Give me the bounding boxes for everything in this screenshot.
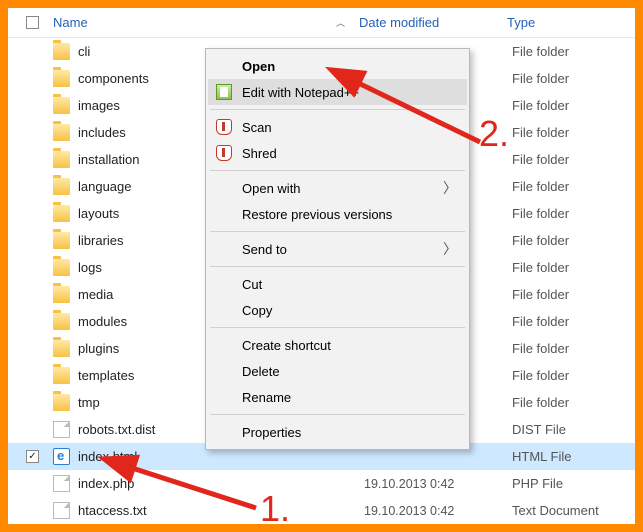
file-type: HTML File [506,449,635,464]
menu-item-label: Delete [242,364,280,379]
menu-item[interactable]: Edit with Notepad++ [208,79,467,105]
file-type: File folder [506,395,635,410]
file-row[interactable]: htaccess.txt19.10.2013 0:42Text Document [8,497,635,524]
folder-icon [53,70,70,87]
menu-separator [210,266,465,267]
folder-icon [53,340,70,357]
row-checkbox[interactable]: ✓ [26,450,39,463]
menu-separator [210,109,465,110]
menu-item-label: Cut [242,277,262,292]
menu-item[interactable]: Delete [208,358,467,384]
column-header-type[interactable]: Type [501,15,635,30]
column-name-label: Name [53,15,88,30]
file-name: index.php [78,476,358,491]
menu-item[interactable]: Create shortcut [208,332,467,358]
file-date: 19.10.2013 0:42 [358,477,506,491]
html-file-icon [53,448,70,465]
menu-item-label: Shred [242,146,277,161]
menu-item[interactable]: Restore previous versions [208,201,467,227]
menu-item[interactable]: Properties [208,419,467,445]
folder-icon [53,394,70,411]
file-name: index.html [78,449,358,464]
notepadpp-icon [216,84,232,100]
folder-icon [53,367,70,384]
file-name: htaccess.txt [78,503,358,518]
file-type: File folder [506,260,635,275]
file-explorer-window: Name ︿ Date modified Type cliFile folder… [8,8,635,524]
folder-icon [53,151,70,168]
menu-item-label: Create shortcut [242,338,331,353]
column-type-label: Type [507,15,535,30]
menu-item[interactable]: Send to 〉 [208,236,467,262]
file-date: 19.10.2013 0:42 [358,504,506,518]
select-all-checkbox[interactable] [26,16,39,29]
file-type: File folder [506,368,635,383]
file-type: DIST File [506,422,635,437]
submenu-arrow-icon: 〉 [443,178,457,198]
file-type: File folder [506,44,635,59]
folder-icon [53,313,70,330]
file-type: File folder [506,233,635,248]
shield-icon [216,119,232,135]
column-header-date[interactable]: Date modified [353,15,501,30]
file-icon [53,421,70,438]
menu-item-label: Edit with Notepad++ [242,85,359,100]
file-row[interactable]: index.php19.10.2013 0:42PHP File [8,470,635,497]
file-type: File folder [506,314,635,329]
menu-item-label: Send to [242,242,287,257]
menu-item[interactable]: Rename [208,384,467,410]
menu-separator [210,414,465,415]
menu-item[interactable]: Copy [208,297,467,323]
column-date-label: Date modified [359,15,439,30]
file-type: File folder [506,71,635,86]
folder-icon [53,205,70,222]
file-icon [53,475,70,492]
menu-separator [210,327,465,328]
context-menu: Open Edit with Notepad++ Scan Shred Open wit… [205,48,470,450]
menu-item-label: Properties [242,425,301,440]
folder-icon [53,178,70,195]
menu-item-label: Copy [242,303,272,318]
submenu-arrow-icon: 〉 [443,239,457,259]
column-header-row: Name ︿ Date modified Type [8,8,635,38]
file-type: File folder [506,179,635,194]
file-type: File folder [506,206,635,221]
file-type: File folder [506,152,635,167]
folder-icon [53,43,70,60]
menu-item-label: Restore previous versions [242,207,392,222]
file-type: File folder [506,287,635,302]
menu-item-label: Open with [242,181,301,196]
menu-item[interactable]: Shred [208,140,467,166]
file-type: File folder [506,125,635,140]
menu-item-label: Open [242,59,275,74]
column-header-name[interactable]: Name ︿ [8,15,353,30]
file-icon [53,502,70,519]
menu-item[interactable]: Scan [208,114,467,140]
folder-icon [53,124,70,141]
file-type: File folder [506,98,635,113]
menu-separator [210,170,465,171]
menu-item-label: Scan [242,120,272,135]
file-type: Text Document [506,503,635,518]
folder-icon [53,97,70,114]
folder-icon [53,286,70,303]
file-type: PHP File [506,476,635,491]
menu-item-label: Rename [242,390,291,405]
folder-icon [53,232,70,249]
menu-item[interactable]: Cut [208,271,467,297]
file-type: File folder [506,341,635,356]
folder-icon [53,259,70,276]
shield-icon [216,145,232,161]
sort-ascending-icon: ︿ [336,16,345,29]
menu-item[interactable]: Open [208,53,467,79]
menu-separator [210,231,465,232]
menu-item[interactable]: Open with 〉 [208,175,467,201]
